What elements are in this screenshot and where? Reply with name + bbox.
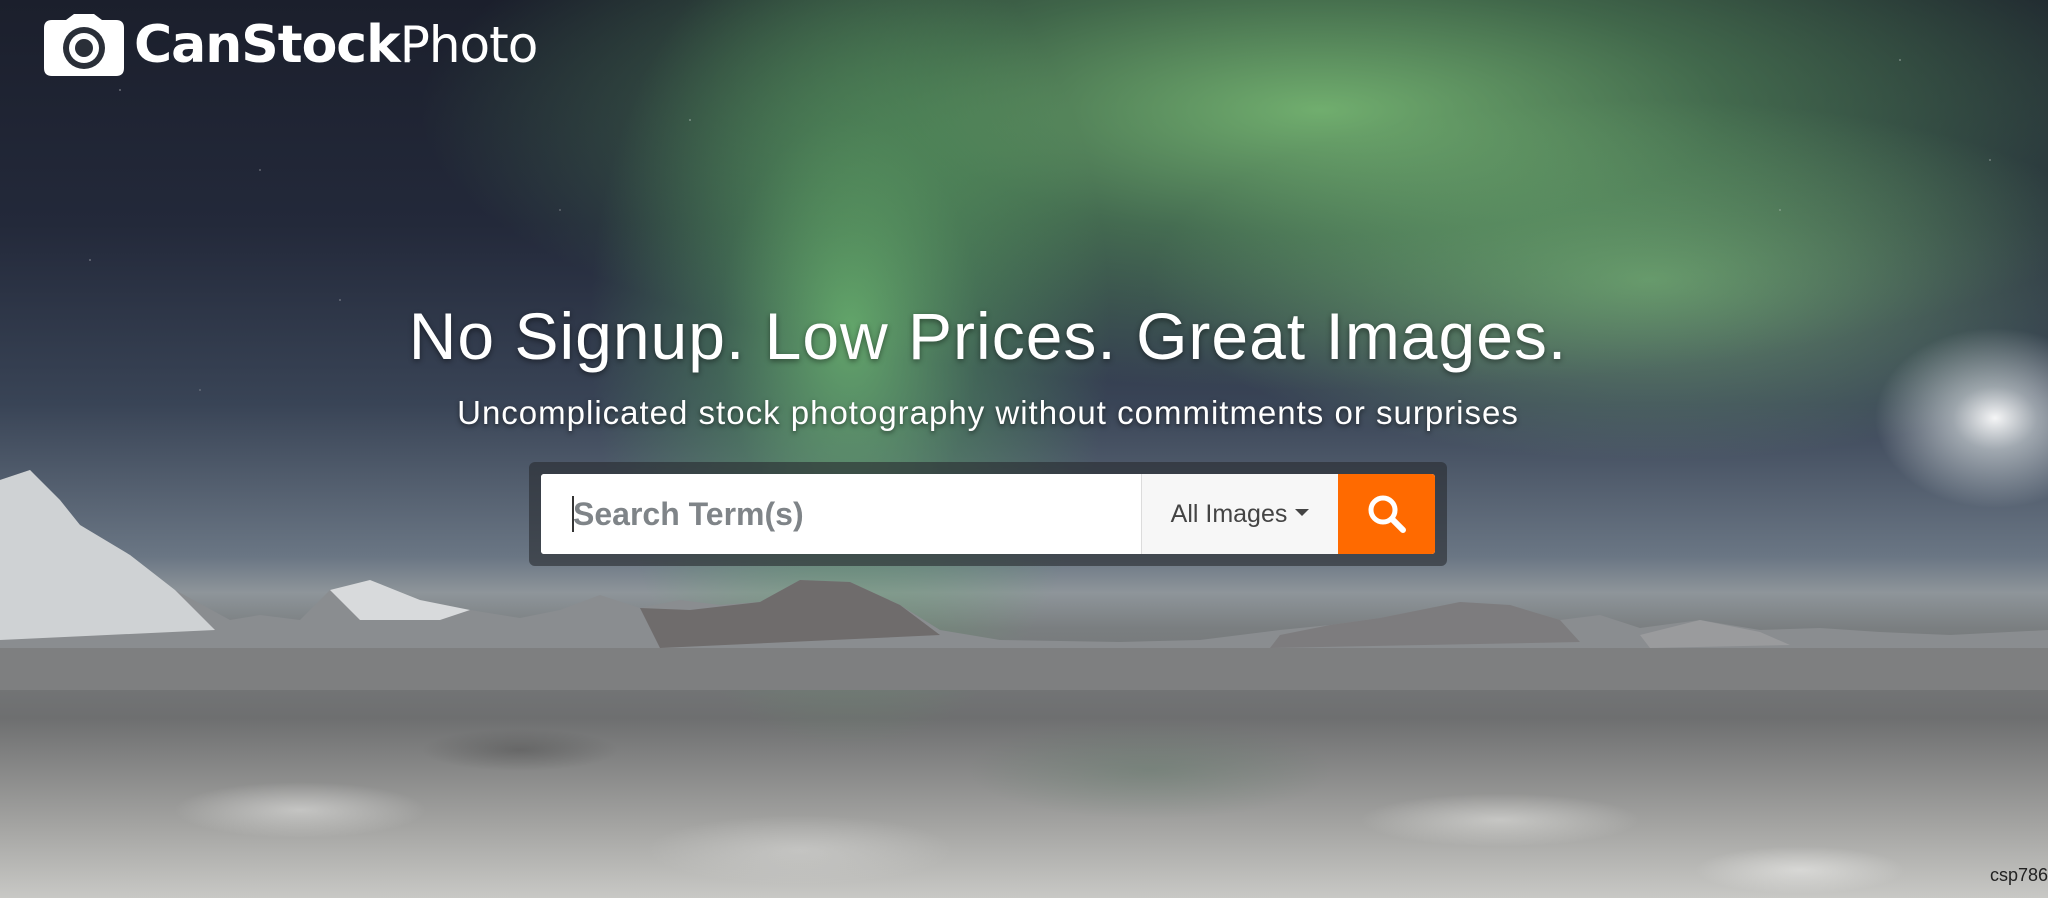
hero-headline: No Signup. Low Prices. Great Images. [408,299,1568,373]
search-bar: All Images [541,474,1435,554]
hero-subheadline: Uncomplicated stock photography without … [457,394,1519,431]
image-credit: csp786 [1989,865,2048,885]
search-button[interactable] [1338,474,1435,554]
image-type-dropdown[interactable]: All Images [1141,474,1338,554]
hero-banner: CanStock Photo No Signup. Low Prices. Gr… [0,0,2048,898]
background-ice [0,690,2048,898]
text-caret [572,496,574,532]
brand-logo[interactable]: CanStock Photo [44,14,539,76]
image-type-selected: All Images [1170,499,1288,528]
brand-name-bold: CanStock [134,15,401,75]
search-icon [1368,495,1406,533]
brand-name-light: Photo [399,16,539,74]
chevron-down-icon [1295,508,1310,516]
search-input[interactable] [541,474,1141,554]
search-form: All Images [529,462,1447,566]
camera-icon [44,14,124,76]
